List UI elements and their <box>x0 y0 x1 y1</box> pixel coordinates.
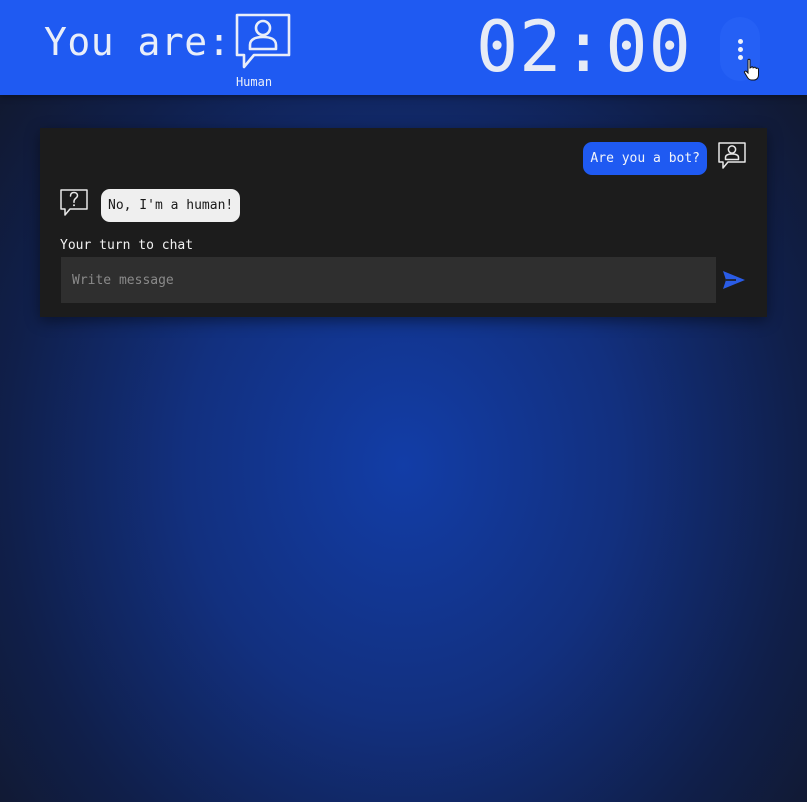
role-label: Human <box>235 75 273 89</box>
human-chat-icon <box>235 13 291 69</box>
countdown-timer: 02:00 <box>476 6 692 88</box>
pointer-cursor-icon <box>743 58 759 81</box>
kebab-menu-icon <box>738 39 743 44</box>
kebab-menu-dot <box>738 47 743 52</box>
top-bar: You are: Human 02:00 <box>0 0 807 95</box>
unknown-question-chat-icon <box>60 189 88 216</box>
send-arrow-icon[interactable] <box>720 266 748 294</box>
received-message-bubble: No, I'm a human! <box>101 189 241 222</box>
human-chat-icon <box>718 142 746 169</box>
you-are-label: You are: <box>44 20 232 64</box>
turn-status-label: Your turn to chat <box>60 238 194 253</box>
sent-message-bubble: Are you a bot? <box>583 142 707 175</box>
chat-panel: Are you a bot? No, I'm a human! Your tur… <box>40 128 767 317</box>
message-input[interactable] <box>61 257 716 303</box>
